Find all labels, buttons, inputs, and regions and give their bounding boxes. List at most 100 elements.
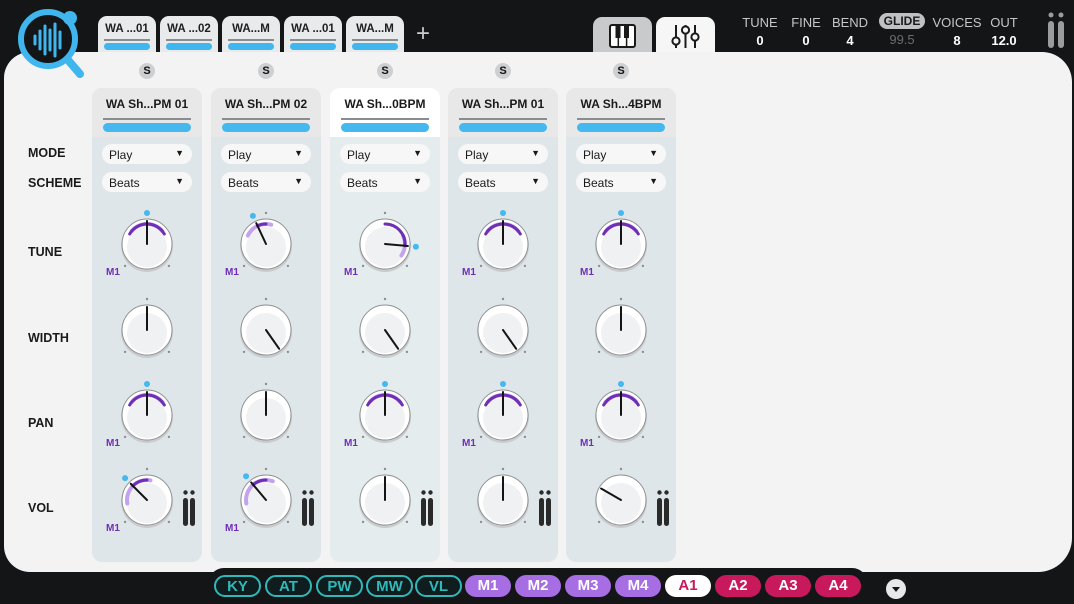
add-tab-button[interactable]: + (412, 21, 434, 47)
width-knob[interactable] (211, 294, 321, 366)
mode-dropdown[interactable]: Play ▼ (340, 144, 430, 164)
global-fine[interactable]: FINE 0 (786, 15, 826, 48)
global-tune[interactable]: TUNE 0 (738, 15, 782, 48)
knob-range-tick (597, 435, 601, 439)
mod-source-label: M1 (225, 523, 239, 534)
mod-source-m2[interactable]: M2 (515, 575, 561, 597)
solo-button[interactable]: S (613, 63, 629, 79)
mode-value: Play (583, 148, 607, 162)
knob-range-tick (597, 520, 601, 524)
knob-face (601, 483, 641, 523)
width-knob[interactable] (448, 294, 558, 366)
scheme-dropdown[interactable]: Beats ▼ (458, 172, 548, 192)
knob-range-tick (479, 350, 483, 354)
dropdown-arrow-icon: ▼ (413, 148, 422, 158)
layer-header[interactable]: WA Sh...PM 01 (448, 88, 558, 137)
scheme-dropdown[interactable]: Beats ▼ (102, 172, 192, 192)
sliders-icon (671, 25, 700, 48)
layer-color-bar (103, 123, 191, 132)
mod-source-a2[interactable]: A2 (715, 575, 761, 597)
layer-header[interactable]: WA Sh...4BPM (566, 88, 676, 137)
layer-tab-label: WA...M (356, 23, 394, 35)
row-label-width: WIDTH (28, 331, 69, 345)
mode-dropdown[interactable]: Play ▼ (576, 144, 666, 164)
solo-button[interactable]: S (258, 63, 274, 79)
mod-source-a1[interactable]: A1 (665, 575, 711, 597)
knob-face (483, 313, 523, 353)
app-logo-icon[interactable] (14, 6, 86, 78)
knob-center-tick (619, 297, 623, 301)
mod-source-at[interactable]: AT (265, 575, 312, 597)
knob-center-tick (145, 297, 149, 301)
layer-tab-1[interactable]: WA ...01 (98, 16, 156, 54)
global-out[interactable]: OUT 12.0 (986, 15, 1022, 48)
global-bend[interactable]: BEND 4 (830, 15, 870, 48)
dropdown-arrow-icon: ▼ (531, 176, 540, 186)
global-voices[interactable]: VOICES 8 (932, 15, 982, 48)
dropdown-arrow-icon: ▼ (649, 176, 658, 186)
solo-button[interactable]: S (377, 63, 393, 79)
knob-center-tick (264, 297, 268, 301)
global-tune-value: 0 (756, 33, 764, 48)
pan-knob[interactable] (211, 379, 321, 451)
mode-dropdown[interactable]: Play ▼ (458, 144, 548, 164)
mod-source-m4[interactable]: M4 (615, 575, 661, 597)
mod-source-pw[interactable]: PW (316, 575, 363, 597)
mod-source-m1[interactable]: M1 (465, 575, 511, 597)
mod-source-a3[interactable]: A3 (765, 575, 811, 597)
width-knob[interactable] (566, 294, 676, 366)
mod-source-mw[interactable]: MW (366, 575, 413, 597)
knob-value-dot (618, 381, 624, 387)
glide-toggle[interactable]: GLIDE (878, 13, 926, 29)
global-fine-label: FINE (791, 15, 821, 30)
knob-center-tick (501, 297, 505, 301)
scheme-dropdown[interactable]: Beats ▼ (340, 172, 430, 192)
mode-dropdown[interactable]: Play ▼ (102, 144, 192, 164)
layer-tab-3[interactable]: WA...M (222, 16, 280, 54)
global-glide[interactable]: GLIDE 99.5 (876, 13, 928, 47)
scheme-dropdown[interactable]: Beats ▼ (221, 172, 311, 192)
knob-range-tick (286, 435, 290, 439)
mode-dropdown[interactable]: Play ▼ (221, 144, 311, 164)
keyboard-view-button[interactable] (593, 17, 652, 54)
layer-header[interactable]: WA Sh...0BPM (330, 88, 440, 137)
layer-tab-label: WA ...01 (105, 23, 149, 35)
global-glide-value: 99.5 (889, 32, 915, 47)
mod-source-a4[interactable]: A4 (815, 575, 861, 597)
knob-value-dot (144, 381, 150, 387)
scheme-dropdown[interactable]: Beats ▼ (576, 172, 666, 192)
knob-range-tick (361, 350, 365, 354)
global-out-label: OUT (990, 15, 1018, 30)
knob-center-tick (145, 467, 149, 471)
knob-range-tick (123, 520, 127, 524)
knob-center-tick (501, 467, 505, 471)
mod-source-label: M1 (225, 267, 239, 278)
knob-center-tick (264, 211, 268, 215)
solo-button[interactable]: S (495, 63, 511, 79)
dropdown-arrow-icon: ▼ (294, 176, 303, 186)
more-menu-button[interactable] (886, 579, 906, 599)
layer-header[interactable]: WA Sh...PM 01 (92, 88, 202, 137)
knob-value-dot (382, 381, 388, 387)
knob-range-tick (597, 264, 601, 268)
layer-tab-2[interactable]: WA ...02 (160, 16, 218, 54)
width-knob[interactable] (92, 294, 202, 366)
mode-value: Play (465, 148, 489, 162)
global-bend-value: 4 (846, 33, 854, 48)
mod-source-m3[interactable]: M3 (565, 575, 611, 597)
mixer-view-button[interactable] (656, 17, 715, 54)
global-fine-value: 0 (802, 33, 810, 48)
solo-button[interactable]: S (139, 63, 155, 79)
layer-column-1: WA Sh...PM 01 Play ▼ Beats ▼ M1 M1 M1 (92, 88, 202, 562)
mod-source-ky[interactable]: KY (214, 575, 261, 597)
width-knob[interactable] (330, 294, 440, 366)
knob-range-tick (479, 264, 483, 268)
layer-tab-4[interactable]: WA ...01 (284, 16, 342, 54)
mod-source-vl[interactable]: VL (415, 575, 462, 597)
knob-value-dot (243, 473, 250, 480)
knob-face (365, 313, 405, 353)
layer-tab-divider (104, 39, 150, 41)
layer-header[interactable]: WA Sh...PM 02 (211, 88, 321, 137)
layer-tab-5[interactable]: WA...M (346, 16, 404, 54)
layer-color-bar (222, 123, 310, 132)
